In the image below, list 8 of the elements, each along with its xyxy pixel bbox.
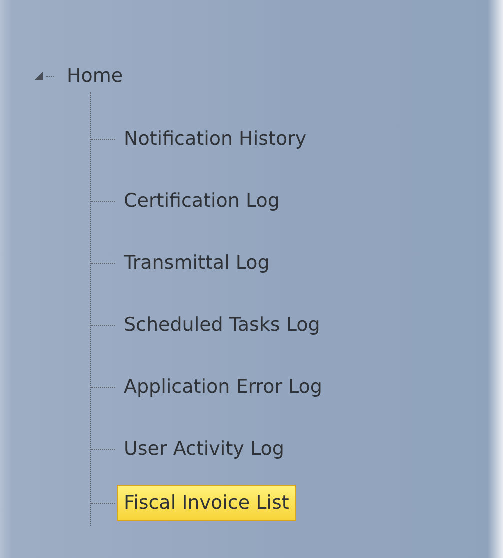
tree-item[interactable]: Certification Log [117,183,287,219]
tree-item[interactable]: Fiscal Invoice List [117,485,296,521]
tree-item[interactable]: Notification History [117,121,314,157]
tree-item[interactable]: User Activity Log [117,431,292,467]
tree-item[interactable]: Transmittal Log [117,245,277,281]
tree-item[interactable]: Scheduled Tasks Log [117,307,328,343]
tree-item[interactable]: Home [60,58,130,94]
tree-item[interactable]: Application Error Log [117,369,330,405]
